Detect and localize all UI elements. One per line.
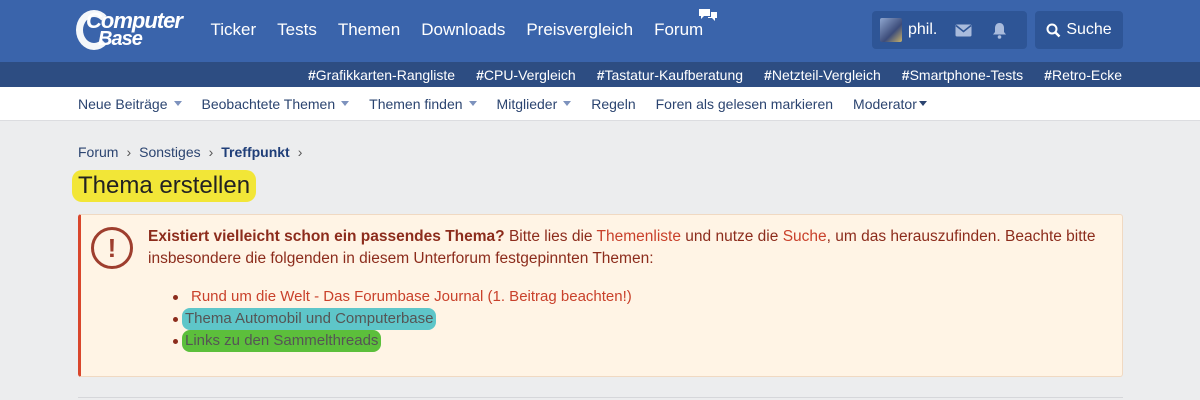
themenliste-link[interactable]: Themenliste bbox=[597, 228, 681, 245]
tag-link[interactable]: #Smartphone-Tests bbox=[902, 67, 1023, 83]
notice-box: ! Existiert vielleicht schon ein passend… bbox=[78, 214, 1123, 377]
chat-bubbles-icon bbox=[698, 9, 717, 21]
bullet bbox=[173, 316, 178, 322]
breadcrumb-treffpunkt[interactable]: Treffpunkt bbox=[221, 144, 289, 160]
chevron-right-icon: › bbox=[126, 144, 132, 160]
breadcrumb: Forum › Sonstiges › Treffpunkt › bbox=[78, 144, 310, 160]
notice-text-part: und nutze die bbox=[680, 228, 783, 245]
search-label: Suche bbox=[1066, 21, 1112, 38]
nav-tests[interactable]: Tests bbox=[267, 20, 328, 40]
bell-icon[interactable] bbox=[989, 20, 1009, 40]
pinned-thread-link[interactable]: Thema Automobil und Computerbase bbox=[182, 308, 437, 330]
notice-text: Existiert vielleicht schon ein passendes… bbox=[148, 226, 1108, 270]
subnav-beobachtete-themen[interactable]: Beobachtete Themen bbox=[202, 96, 350, 112]
chevron-down-icon bbox=[918, 101, 927, 106]
breadcrumb-forum[interactable]: Forum bbox=[78, 144, 118, 160]
tag-link[interactable]: #Netzteil-Vergleich bbox=[764, 67, 881, 83]
exclamation-icon: ! bbox=[91, 227, 133, 269]
nav-ticker[interactable]: Ticker bbox=[200, 20, 267, 40]
subnav-moderator[interactable]: Moderator bbox=[853, 96, 927, 112]
logo-text-2: Base bbox=[98, 28, 143, 50]
forum-subnav: Neue Beiträge Beobachtete Themen Themen … bbox=[0, 87, 1200, 121]
subnav-themen-finden[interactable]: Themen finden bbox=[369, 96, 477, 112]
search-icon bbox=[1046, 23, 1061, 37]
main-nav: Ticker Tests Themen Downloads Preisvergl… bbox=[200, 0, 717, 60]
tag-link[interactable]: #Tastatur-Kaufberatung bbox=[597, 67, 743, 83]
chevron-down-icon[interactable] bbox=[563, 101, 572, 106]
subnav-mitglieder[interactable]: Mitglieder bbox=[497, 96, 572, 112]
search-button[interactable]: Suche bbox=[1035, 11, 1123, 49]
list-item: Thema Automobil und Computerbase bbox=[173, 308, 635, 330]
chevron-down-icon[interactable] bbox=[468, 101, 477, 106]
chevron-down-icon[interactable] bbox=[341, 101, 350, 106]
chevron-right-icon: › bbox=[208, 144, 214, 160]
user-menu[interactable]: phil. bbox=[872, 11, 1027, 49]
notice-heading: Existiert vielleicht schon ein passendes… bbox=[148, 228, 505, 245]
suche-link[interactable]: Suche bbox=[783, 228, 827, 245]
nav-downloads[interactable]: Downloads bbox=[411, 20, 516, 40]
hashtag-bar: #Grafikkarten-Rangliste #CPU-Vergleich #… bbox=[0, 62, 1200, 87]
breadcrumb-sonstiges[interactable]: Sonstiges bbox=[139, 144, 200, 160]
envelope-icon[interactable] bbox=[953, 20, 973, 40]
pinned-threads-list: Rund um die Welt - Das Forumbase Journal… bbox=[173, 286, 635, 352]
nav-forum[interactable]: Forum bbox=[644, 9, 717, 40]
tag-link[interactable]: #Grafikkarten-Rangliste bbox=[308, 67, 455, 83]
chevron-down-icon[interactable] bbox=[173, 101, 182, 106]
bullet bbox=[173, 294, 178, 300]
subnav-regeln[interactable]: Regeln bbox=[591, 96, 635, 112]
nav-preisvergleich[interactable]: Preisvergleich bbox=[516, 20, 644, 40]
site-logo[interactable]: Computer Base bbox=[76, 8, 188, 54]
page-title: Thema erstellen bbox=[72, 170, 257, 202]
notice-text-part: Bitte lies die bbox=[504, 228, 597, 245]
nav-themen[interactable]: Themen bbox=[327, 20, 410, 40]
pinned-thread-link[interactable]: Links zu den Sammelthreads bbox=[182, 330, 382, 352]
subnav-neue-beitraege[interactable]: Neue Beiträge bbox=[78, 96, 182, 112]
subnav-mark-read[interactable]: Foren als gelesen markieren bbox=[656, 96, 833, 112]
list-item: Rund um die Welt - Das Forumbase Journal… bbox=[173, 286, 635, 308]
tag-link[interactable]: #CPU-Vergleich bbox=[476, 67, 576, 83]
username[interactable]: phil. bbox=[908, 21, 937, 39]
nav-forum-label: Forum bbox=[654, 20, 704, 39]
bullet bbox=[173, 338, 178, 344]
site-header: Computer Base Ticker Tests Themen Downlo… bbox=[0, 0, 1200, 62]
chevron-right-icon: › bbox=[297, 144, 303, 160]
pinned-thread-link[interactable]: Rund um die Welt - Das Forumbase Journal… bbox=[188, 286, 635, 308]
tag-link[interactable]: #Retro-Ecke bbox=[1044, 67, 1122, 83]
list-item: Links zu den Sammelthreads bbox=[173, 330, 635, 352]
avatar[interactable] bbox=[880, 18, 902, 42]
